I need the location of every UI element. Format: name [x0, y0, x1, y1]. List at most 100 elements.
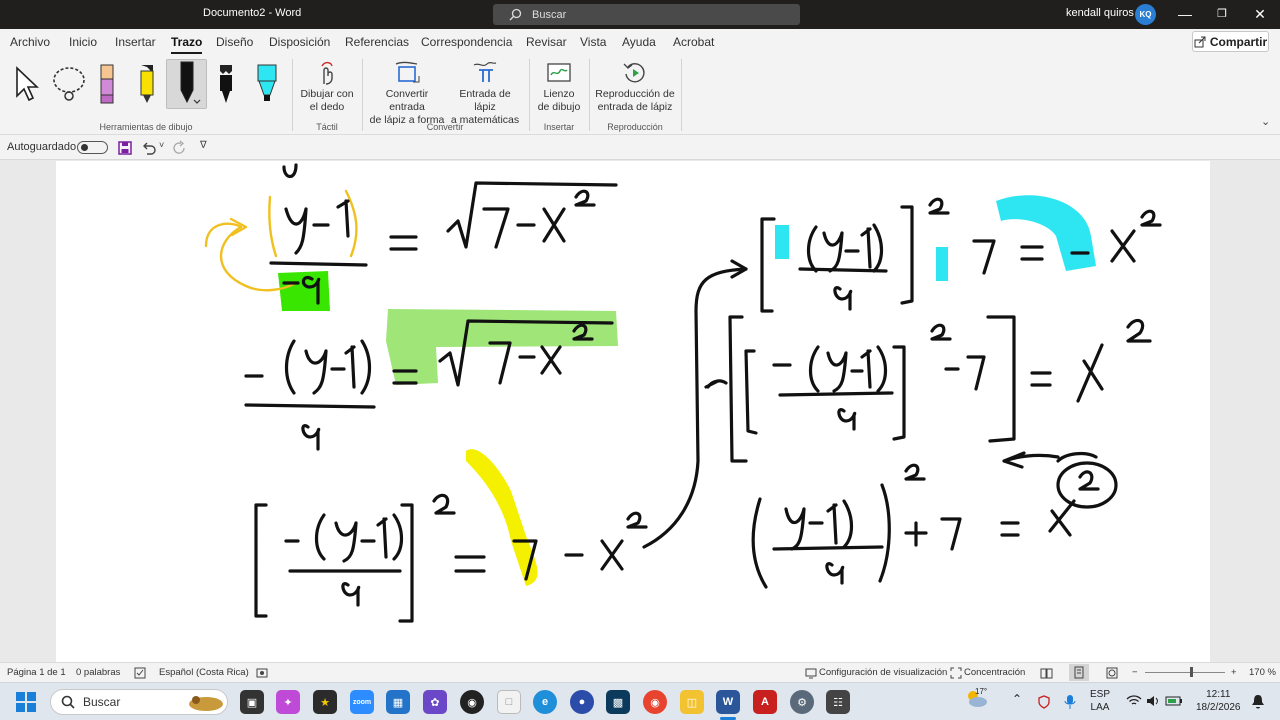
- weather-temp: 17°: [975, 687, 988, 696]
- pen-pink[interactable]: [96, 59, 118, 109]
- settings-icon[interactable]: ⚙: [790, 690, 814, 714]
- tab-diseno[interactable]: Diseño: [216, 35, 253, 49]
- tab-ayuda[interactable]: Ayuda: [622, 35, 656, 49]
- edge-dev-icon[interactable]: ●: [570, 690, 594, 714]
- zoom-level[interactable]: 170 %: [1249, 667, 1276, 678]
- ink-replay-button[interactable]: Reproducción de entrada de lápiz: [594, 58, 676, 114]
- tab-correspondencia[interactable]: Correspondencia: [421, 35, 512, 49]
- avatar[interactable]: KQ: [1135, 4, 1156, 25]
- volume-icon[interactable]: [1146, 695, 1160, 707]
- obs-icon[interactable]: ◉: [460, 690, 484, 714]
- select-tool[interactable]: [10, 59, 42, 109]
- undo-icon[interactable]: [141, 141, 157, 155]
- search-icon: [509, 8, 522, 21]
- task-view-icon[interactable]: ▣: [240, 690, 264, 714]
- tab-insertar[interactable]: Insertar: [115, 35, 156, 49]
- zoom-slider[interactable]: [1145, 672, 1225, 673]
- copilot-icon[interactable]: ✦: [276, 690, 300, 714]
- tab-acrobat[interactable]: Acrobat: [673, 35, 714, 49]
- focus-mode[interactable]: Concentración: [964, 667, 1025, 678]
- tab-vista[interactable]: Vista: [580, 35, 606, 49]
- display-settings-icon[interactable]: [805, 667, 817, 679]
- capture-app-icon[interactable]: ▩: [606, 690, 630, 714]
- tab-revisar[interactable]: Revisar: [526, 35, 567, 49]
- display-settings[interactable]: Configuración de visualización: [819, 667, 947, 678]
- draw-finger-label-2: el dedo: [309, 101, 345, 113]
- share-button[interactable]: Compartir: [1192, 31, 1269, 52]
- input-language-code: ESP: [1090, 689, 1111, 700]
- tab-archivo[interactable]: Archivo: [10, 35, 50, 49]
- lasso-tool[interactable]: [48, 59, 88, 109]
- tray-chevron-icon[interactable]: ⌃: [1012, 693, 1022, 706]
- customize-toolbar-chevron-icon[interactable]: ∇: [200, 140, 207, 151]
- proofing-icon[interactable]: [134, 667, 146, 679]
- zoom-out-button[interactable]: −: [1132, 667, 1138, 678]
- clock-time: 12:11: [1206, 689, 1231, 700]
- share-label: Compartir: [1209, 34, 1268, 49]
- tab-referencias[interactable]: Referencias: [345, 35, 409, 49]
- tab-trazo[interactable]: Trazo: [171, 35, 203, 54]
- battery-icon[interactable]: [1165, 695, 1183, 707]
- acrobat-icon[interactable]: A: [753, 690, 777, 714]
- ink-drawing[interactable]: [56, 161, 1210, 662]
- search-highlight-icon: [189, 696, 223, 711]
- focus-icon[interactable]: [950, 667, 962, 679]
- tab-inicio[interactable]: Inicio: [69, 35, 97, 49]
- ink-to-math-button[interactable]: Entrada de lápiz a matemáticas: [448, 58, 522, 127]
- edge-icon[interactable]: e: [533, 690, 557, 714]
- settings-gear-purple-icon[interactable]: ✿: [423, 690, 447, 714]
- movie-maker-icon[interactable]: ★: [313, 690, 337, 714]
- save-icon[interactable]: [118, 141, 132, 155]
- tab-disposicion[interactable]: Disposición: [269, 35, 330, 49]
- canvas-label-1: Lienzo: [543, 88, 575, 100]
- group-label-touch: Táctil: [316, 122, 338, 132]
- word-icon[interactable]: W: [716, 690, 740, 714]
- draw-with-finger-button[interactable]: Dibujar con el dedo: [298, 58, 356, 114]
- file-explorer-icon[interactable]: ◫: [680, 690, 704, 714]
- read-mode-icon[interactable]: [1040, 667, 1053, 679]
- calculator-icon[interactable]: ☷: [826, 690, 850, 714]
- zoom-in-button[interactable]: +: [1231, 667, 1237, 678]
- microphone-icon[interactable]: [1064, 694, 1076, 710]
- wifi-icon[interactable]: [1126, 695, 1142, 707]
- clock[interactable]: 12:11 18/2/2026: [1196, 688, 1241, 714]
- language-status[interactable]: Español (Costa Rica): [159, 667, 249, 678]
- notification-bell-icon[interactable]: [1251, 694, 1265, 710]
- group-divider: [681, 59, 682, 131]
- accessibility-icon[interactable]: [256, 667, 268, 679]
- redo-icon[interactable]: [172, 140, 188, 156]
- store-icon[interactable]: ▦: [386, 690, 410, 714]
- restore-button[interactable]: ❐: [1211, 4, 1233, 24]
- close-button[interactable]: ✕: [1249, 4, 1271, 24]
- windows-start-icon[interactable]: [16, 692, 36, 712]
- chrome-icon[interactable]: ◉: [643, 690, 667, 714]
- title-search-box[interactable]: Buscar: [493, 4, 800, 25]
- print-layout-button[interactable]: [1069, 664, 1089, 681]
- highlighter-cyan[interactable]: [254, 59, 280, 109]
- input-language[interactable]: ESP LAA: [1090, 688, 1110, 714]
- autosave-toggle[interactable]: [77, 141, 108, 154]
- zoom-slider-thumb[interactable]: [1190, 667, 1193, 677]
- taskbar-search-placeholder: Buscar: [83, 695, 121, 709]
- word-count[interactable]: 0 palabras: [76, 667, 120, 678]
- drawing-canvas-button[interactable]: Lienzo de dibujo: [533, 58, 585, 114]
- collapse-ribbon-chevron-icon[interactable]: ⌄: [1261, 115, 1270, 128]
- autosave-label: Autoguardado: [7, 141, 77, 153]
- pen-yellow[interactable]: [136, 59, 158, 109]
- page-count[interactable]: Página 1 de 1: [7, 667, 66, 678]
- security-icon[interactable]: [1038, 695, 1050, 709]
- blank-file-icon[interactable]: □: [497, 690, 521, 714]
- zoom-app-icon[interactable]: zoom: [350, 690, 374, 714]
- draw-finger-label-1: Dibujar con: [300, 88, 354, 100]
- pen-black-selected[interactable]: [166, 59, 207, 109]
- pen-black-2[interactable]: [214, 59, 238, 109]
- minimize-button[interactable]: —: [1174, 4, 1196, 24]
- input-language-layout: LAA: [1090, 702, 1110, 713]
- document-area[interactable]: [0, 161, 1280, 662]
- group-label-insert: Insertar: [543, 122, 575, 132]
- undo-dropdown-chevron-icon[interactable]: ˅: [159, 140, 164, 150]
- web-layout-icon[interactable]: [1106, 667, 1118, 679]
- ink-to-shape-button[interactable]: Convertir entrada de lápiz a forma: [367, 58, 447, 127]
- document-page[interactable]: [56, 161, 1210, 662]
- user-name[interactable]: kendall quiros: [1066, 7, 1134, 19]
